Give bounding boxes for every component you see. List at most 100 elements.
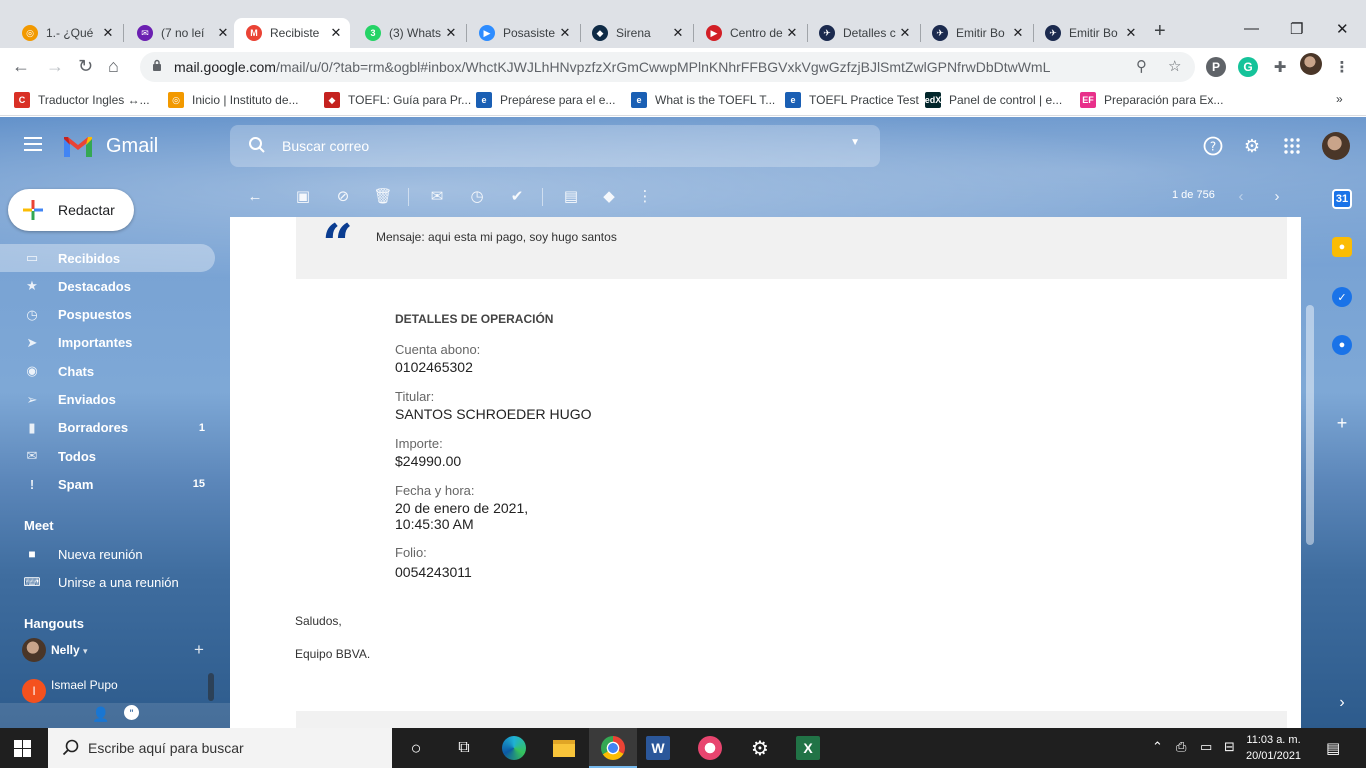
back-button[interactable]: ← <box>12 56 30 77</box>
tray-meet-icon[interactable]: ⎙ <box>1176 739 1186 755</box>
search-options-icon[interactable]: ▼ <box>850 137 860 148</box>
move-to-folder-icon[interactable]: ▤ <box>562 187 580 205</box>
folder-item-pospuestos[interactable]: ◷ Pospuestos <box>0 301 215 329</box>
browser-tab[interactable]: 3 (3) Whats ✕ <box>353 18 465 48</box>
zoom-icon[interactable]: ⚲ <box>1136 57 1147 75</box>
calendar-icon[interactable]: 31 <box>1332 189 1352 209</box>
bookmark-item[interactable]: e TOEFL Practice Test <box>785 92 919 108</box>
compose-button[interactable]: Redactar <box>8 189 134 231</box>
contacts-person-icon[interactable]: 👤 <box>92 706 109 723</box>
hangouts-user-avatar[interactable] <box>22 638 46 662</box>
chrome-canary-icon[interactable] <box>696 734 724 762</box>
word-icon[interactable]: W <box>646 736 670 760</box>
pinterest-extension-icon[interactable]: P <box>1206 57 1226 77</box>
apps-grid-icon[interactable] <box>1281 135 1303 157</box>
minimize-button[interactable]: — <box>1244 20 1259 37</box>
help-icon[interactable]: ? <box>1202 135 1224 157</box>
home-button[interactable]: ⌂ <box>108 56 119 77</box>
tab-close-icon[interactable]: ✕ <box>100 25 116 41</box>
sidebar-scrollbar[interactable] <box>208 673 214 701</box>
new-meeting-button[interactable]: ■ Nueva reunión <box>0 546 142 562</box>
browser-tab[interactable]: ✉ (7 no leí ✕ <box>125 18 237 48</box>
folder-item-borradores[interactable]: ▮ Borradores 1 <box>0 414 215 442</box>
settings-gear-taskbar-icon[interactable]: ⚙ <box>746 734 774 762</box>
taskbar-search-box[interactable]: Escribe aquí para buscar <box>48 728 392 768</box>
bookmark-item[interactable]: e Prepárese para el e... <box>476 92 615 108</box>
browser-tab[interactable]: ▶ Centro de ✕ <box>694 18 806 48</box>
network-icon[interactable]: ⊟ <box>1224 739 1235 755</box>
folder-item-destacados[interactable]: ★ Destacados <box>0 272 215 300</box>
task-view-icon[interactable]: ⧉ <box>450 734 478 762</box>
tasks-check-icon[interactable]: ✓ <box>1332 287 1352 307</box>
excel-icon[interactable]: X <box>796 736 820 760</box>
tab-close-icon[interactable]: ✕ <box>328 25 344 41</box>
hangouts-add-icon[interactable]: + <box>194 640 204 660</box>
browser-tab[interactable]: ✈ Emitir Bo ✕ <box>920 18 1032 48</box>
folder-item-spam[interactable]: ! Spam 15 <box>0 470 215 498</box>
grammarly-extension-icon[interactable]: G <box>1238 57 1258 77</box>
forward-button[interactable]: → <box>46 56 64 77</box>
windows-start-icon[interactable] <box>14 740 31 757</box>
report-spam-icon[interactable]: ⊘ <box>334 187 352 205</box>
close-window-button[interactable]: ✕ <box>1336 20 1349 38</box>
tab-close-icon[interactable]: ✕ <box>1010 25 1026 41</box>
contact-avatar[interactable]: I <box>22 679 46 703</box>
battery-icon[interactable]: ▭ <box>1200 739 1212 755</box>
folder-item-chats[interactable]: ◉ Chats <box>0 357 215 385</box>
tab-close-icon[interactable]: ✕ <box>784 25 800 41</box>
browser-tab[interactable]: ✈ Emitir Bo ✕ <box>1033 18 1145 48</box>
account-avatar[interactable] <box>1322 132 1350 160</box>
delete-trash-icon[interactable]: 🗑 <box>373 187 392 205</box>
settings-gear-icon[interactable]: ⚙ <box>1241 135 1263 157</box>
bookmark-star-icon[interactable]: ☆ <box>1168 57 1181 75</box>
tab-close-icon[interactable]: ✕ <box>215 25 231 41</box>
join-meeting-button[interactable]: ⌨ Unirse a una reunión <box>0 574 178 590</box>
bookmarks-more-button[interactable]: » <box>1336 92 1343 106</box>
folder-item-todos[interactable]: ✉ Todos <box>0 442 215 470</box>
main-menu-icon[interactable] <box>24 137 42 151</box>
archive-icon[interactable]: ▣ <box>294 187 312 205</box>
tab-close-icon[interactable]: ✕ <box>443 25 459 41</box>
browser-tab[interactable]: ▶ Posasiste ✕ <box>467 18 579 48</box>
back-to-inbox-icon[interactable]: ← <box>246 187 264 205</box>
edge-browser-icon[interactable] <box>500 734 528 762</box>
newer-message-chevron-icon[interactable]: ‹ <box>1232 187 1250 205</box>
mail-search-bar[interactable]: Buscar correo ▼ <box>230 125 880 167</box>
file-explorer-icon[interactable] <box>550 734 578 762</box>
address-bar[interactable]: mail.google.com/mail/u/0/?tab=rm&ogbl#in… <box>140 52 1195 82</box>
contact-name[interactable]: Ismael Pupo <box>51 678 118 692</box>
browser-tab[interactable]: ◆ Sirena ✕ <box>580 18 692 48</box>
message-scrollbar[interactable] <box>1306 305 1314 545</box>
browser-menu-icon[interactable]: ⋮ <box>1332 57 1352 77</box>
bookmark-item[interactable]: C Traductor Ingles ↔... <box>14 92 150 108</box>
keep-notes-icon[interactable]: ● <box>1332 237 1352 257</box>
search-input[interactable]: Buscar correo <box>282 138 369 154</box>
snooze-clock-icon[interactable]: ◷ <box>468 187 486 205</box>
tab-close-icon[interactable]: ✕ <box>897 25 913 41</box>
bookmark-item[interactable]: edX Panel de control | e... <box>925 92 1062 108</box>
folder-item-importantes[interactable]: ➤ Importantes <box>0 329 215 357</box>
notifications-icon[interactable]: ▤ <box>1326 739 1340 757</box>
more-options-icon[interactable]: ⋮ <box>636 187 654 205</box>
tab-close-icon[interactable]: ✕ <box>1123 25 1139 41</box>
search-icon[interactable] <box>248 136 266 154</box>
reload-button[interactable]: ↻ <box>78 56 93 77</box>
add-addon-icon[interactable]: + <box>1332 413 1352 433</box>
browser-tab[interactable]: ✈ Detalles c ✕ <box>807 18 919 48</box>
chrome-taskbar-icon[interactable] <box>589 728 637 768</box>
bookmark-item[interactable]: ◎ Inicio | Instituto de... <box>168 92 299 108</box>
tab-close-icon[interactable]: ✕ <box>557 25 573 41</box>
tab-close-icon[interactable]: ✕ <box>670 25 686 41</box>
mark-unread-icon[interactable]: ✉ <box>428 187 446 205</box>
bookmark-item[interactable]: EF Preparación para Ex... <box>1080 92 1223 108</box>
bookmark-item[interactable]: ◆ TOEFL: Guía para Pr... <box>324 92 471 108</box>
hangouts-user-name[interactable]: Nelly ▾ <box>51 643 88 657</box>
new-tab-button[interactable]: + <box>1154 20 1166 43</box>
label-tag-icon[interactable]: ◆ <box>600 187 618 205</box>
bookmark-item[interactable]: e What is the TOEFL T... <box>631 92 775 108</box>
folder-item-enviados[interactable]: ➢ Enviados <box>0 386 215 414</box>
expand-panel-chevron-icon[interactable]: › <box>1332 693 1352 713</box>
older-message-chevron-icon[interactable]: › <box>1268 187 1286 205</box>
folder-item-recibidos[interactable]: ▭ Recibidos <box>0 244 215 272</box>
profile-avatar[interactable] <box>1300 53 1322 75</box>
